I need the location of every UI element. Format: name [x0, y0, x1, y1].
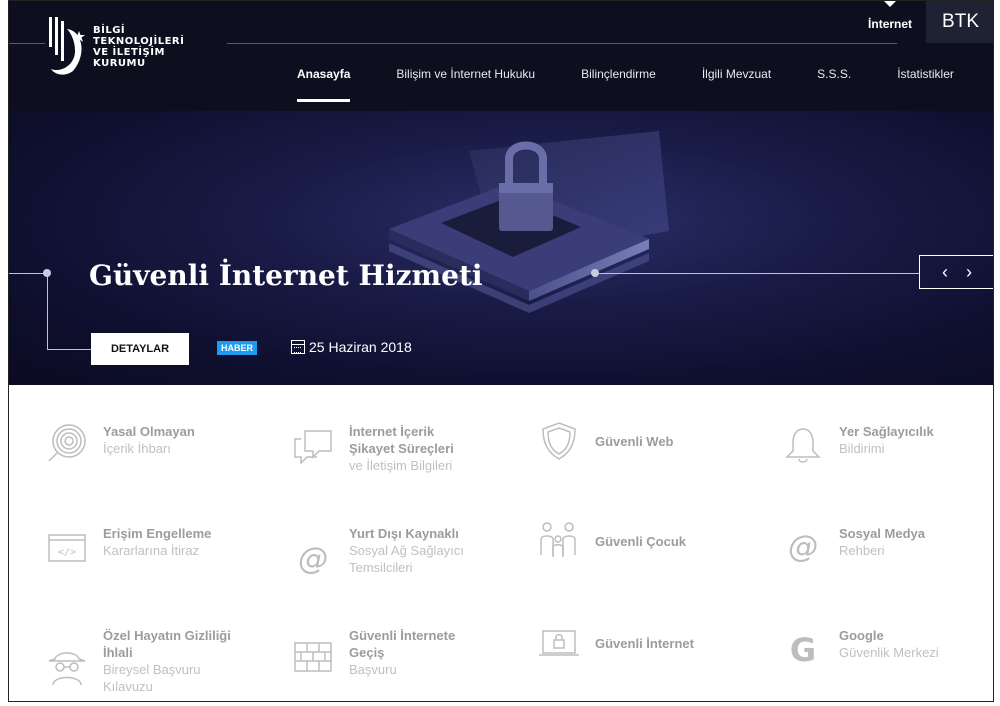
service-title: Yer Sağlayıcılık: [839, 424, 934, 439]
prev-arrow-icon[interactable]: ‹: [942, 262, 948, 283]
logo-line: KURUMU: [93, 58, 146, 69]
nav-item-anasayfa[interactable]: Anasayfa: [297, 65, 351, 103]
service-internet-icerik[interactable]: İnternet İçerik Şikayet Süreçleri ve İle…: [291, 423, 531, 474]
svg-text:</>: </>: [58, 547, 76, 558]
service-sosyal-medya[interactable]: @ Sosyal Medya Rehberi: [781, 525, 993, 569]
caret-down-icon: [884, 1, 897, 7]
hero-line: [47, 349, 91, 350]
hero-title: Güvenli İnternet Hizmeti: [89, 259, 483, 292]
hero-date: 25 Haziran 2018: [291, 339, 412, 355]
next-arrow-icon[interactable]: ›: [966, 262, 972, 283]
fingerprint-icon: [45, 423, 89, 467]
service-title: Güvenli İnternet: [595, 635, 694, 651]
top-right-bar: İnternet BTK: [854, 1, 993, 43]
logo-line: VE İLETİŞİM: [93, 47, 165, 58]
calendar-icon: [291, 340, 305, 354]
service-title: Geçiş: [349, 645, 385, 660]
hero-line: [47, 273, 48, 349]
at-sign-icon: @: [291, 525, 335, 577]
btk-switch[interactable]: BTK: [926, 1, 993, 43]
hero-slider: Güvenli İnternet Hizmeti ‹ › DETAYLAR HA…: [9, 111, 993, 385]
service-subtitle: İçerik İhbarı: [103, 441, 171, 456]
service-title: Güvenli İnternete: [349, 628, 456, 643]
service-title: Google: [839, 628, 884, 643]
hero-line: [595, 273, 919, 274]
nav-item-mevzuat[interactable]: İlgili Mevzuat: [702, 65, 771, 103]
btk-emblem-icon: [49, 17, 85, 75]
locked-laptop-icon: [537, 621, 581, 665]
internet-switch[interactable]: İnternet: [854, 1, 926, 43]
service-guvenli-cocuk[interactable]: Güvenli Çocuk: [537, 519, 777, 563]
service-title: Yurt Dışı Kaynaklı: [349, 526, 459, 541]
service-subtitle: Güvenlik Merkezi: [839, 645, 939, 660]
service-subtitle: Başvuru: [349, 662, 397, 677]
service-subtitle: Sosyal Ağ Sağlayıcı: [349, 543, 464, 558]
nav-item-istatistikler[interactable]: İstatistikler: [897, 65, 954, 103]
service-yasal-olmayan[interactable]: Yasal Olmayan İçerik İhbarı: [45, 423, 285, 467]
service-subtitle: ve İletişim Bilgileri: [349, 458, 453, 473]
code-window-icon: </>: [45, 525, 89, 569]
nav-item-bilisim-hukuku[interactable]: Bilişim ve İnternet Hukuku: [396, 65, 535, 103]
hero-dot: [591, 269, 599, 277]
nav-item-sss[interactable]: S.S.S.: [817, 65, 851, 103]
service-yer-saglayicilik[interactable]: Yer Sağlayıcılık Bildirimi: [781, 423, 993, 467]
service-title: Güvenli Çocuk: [595, 533, 687, 549]
service-subtitle: Bildirimi: [839, 441, 885, 456]
services-grid: Yasal Olmayan İçerik İhbarı İnternet İçe…: [9, 385, 993, 701]
service-subtitle: Temsilcileri: [349, 560, 413, 575]
header-divider-left: [9, 43, 45, 44]
logo-line: BİLGİ: [93, 25, 126, 36]
service-title: Özel Hayatın Gizliliği: [103, 628, 231, 643]
service-subtitle: Rehberi: [839, 543, 885, 558]
service-guvenli-internet[interactable]: Güvenli İnternet: [537, 621, 777, 665]
service-guvenli-internete-gecis[interactable]: Güvenli İnternete Geçiş Başvuru: [291, 627, 531, 678]
chat-bubble-icon: [291, 423, 335, 467]
page-frame: BİLGİ TEKNOLOJİLERİ VE İLETİŞİM KURUMU İ…: [8, 0, 994, 702]
service-title: İnternet İçerik: [349, 424, 435, 439]
service-yurt-disi[interactable]: @ Yurt Dışı Kaynaklı Sosyal Ağ Sağlayıcı…: [291, 525, 531, 577]
svg-text:G: G: [790, 631, 816, 669]
logo-line: TEKNOLOJİLERİ: [93, 36, 185, 47]
service-title: Yasal Olmayan: [103, 424, 195, 439]
shield-icon: [537, 419, 581, 463]
svg-text:@: @: [298, 542, 328, 577]
at-sign-icon: @: [781, 525, 825, 569]
service-subtitle: Kararlarına İtiraz: [103, 543, 200, 558]
service-title: Sosyal Medya: [839, 526, 925, 541]
btk-logo[interactable]: BİLGİ TEKNOLOJİLERİ VE İLETİŞİM KURUMU: [45, 15, 245, 85]
site-header: BİLGİ TEKNOLOJİLERİ VE İLETİŞİM KURUMU İ…: [9, 1, 993, 111]
svg-text:@: @: [788, 530, 818, 565]
service-title: Erişim Engelleme: [103, 526, 212, 541]
service-erisim-engelleme[interactable]: </> Erişim Engelleme Kararlarına İtiraz: [45, 525, 285, 569]
hero-date-text: 25 Haziran 2018: [309, 339, 412, 355]
service-subtitle: Bireysel Başvuru: [103, 662, 201, 677]
service-subtitle: Kılavuzu: [103, 679, 153, 694]
service-ozel-hayat[interactable]: Özel Hayatın Gizliliği İhlali Bireysel B…: [45, 627, 285, 695]
main-nav: Anasayfa Bilişim ve İnternet Hukuku Bili…: [297, 65, 954, 103]
header-divider-right: [227, 43, 897, 44]
service-guvenli-web[interactable]: Güvenli Web: [537, 419, 777, 463]
internet-label: İnternet: [868, 17, 913, 31]
service-title: Güvenli Web: [595, 433, 674, 449]
news-badge: HABER: [217, 341, 258, 355]
service-title: İhlali: [103, 645, 133, 660]
logo-text: BİLGİ TEKNOLOJİLERİ VE İLETİŞİM KURUMU: [93, 25, 184, 69]
google-icon: G: [781, 627, 825, 671]
nav-item-bilinclendirme[interactable]: Bilinçlendirme: [581, 65, 656, 103]
service-title: Şikayet Süreçleri: [349, 441, 454, 456]
bell-icon: [781, 423, 825, 467]
spy-icon: [45, 627, 89, 686]
firewall-icon: [291, 627, 335, 672]
service-google[interactable]: G Google Güvenlik Merkezi: [781, 627, 993, 671]
family-icon: [537, 519, 581, 563]
slider-controls: ‹ ›: [919, 255, 993, 289]
details-button[interactable]: DETAYLAR: [91, 333, 189, 365]
